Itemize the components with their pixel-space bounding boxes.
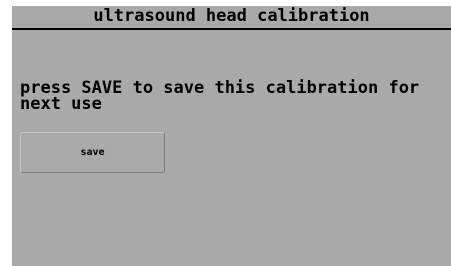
calibration-screen: ultrasound head calibration press SAVE t… (12, 6, 451, 266)
save-button[interactable]: save (20, 132, 165, 173)
instruction-message: press SAVE to save this calibration for … (20, 78, 420, 114)
title-divider (12, 28, 451, 30)
page-title: ultrasound head calibration (93, 6, 370, 26)
save-button-label: save (80, 147, 105, 158)
